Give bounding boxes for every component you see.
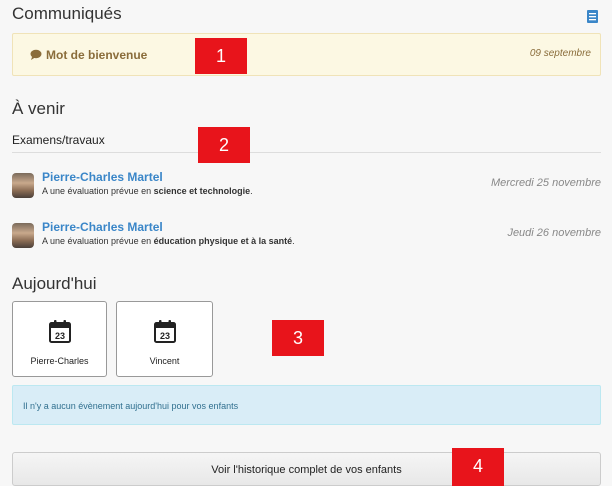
svg-text:23: 23 [160, 331, 170, 341]
evaluation-description: A une évaluation prévue en science et te… [42, 186, 253, 196]
avatar [12, 223, 34, 248]
evaluation-description: A une évaluation prévue en éducation phy… [42, 236, 295, 246]
evaluation-date: Jeudi 26 novembre [507, 227, 601, 239]
divider [12, 152, 601, 153]
evaluation-item: Pierre-Charles Martel A une évaluation p… [12, 220, 601, 256]
child-label: Vincent [149, 356, 180, 366]
communiques-heading: Communiqués [12, 4, 122, 23]
annotation-marker-4: 4 [452, 448, 504, 486]
avatar [12, 173, 34, 198]
annotation-marker-1: 1 [195, 38, 247, 74]
no-events-alert: Il n'y a aucun évènement aujourd'hui pou… [12, 385, 601, 425]
student-name-link[interactable]: Pierre-Charles Martel [42, 220, 163, 234]
calendar-icon: 23 [154, 320, 176, 343]
welcome-notice[interactable]: Mot de bienvenue 09 septembre [12, 33, 601, 76]
student-name-link[interactable]: Pierre-Charles Martel [42, 170, 163, 184]
annotation-marker-2: 2 [198, 127, 250, 163]
annotation-marker-3: 3 [272, 320, 324, 356]
speech-bubble-icon [30, 49, 42, 60]
notice-label[interactable]: Mot de bienvenue [46, 48, 147, 62]
evaluation-date: Mercredi 25 novembre [490, 177, 601, 189]
child-label: Pierre-Charles [30, 356, 89, 366]
view-history-label: Voir l'historique complet de vos enfants [211, 464, 402, 476]
calendar-icon: 23 [49, 320, 71, 343]
upcoming-heading: À venir [12, 99, 65, 118]
view-history-button[interactable]: Voir l'historique complet de vos enfants [12, 452, 601, 486]
today-heading: Aujourd'hui [12, 274, 97, 293]
svg-text:23: 23 [55, 331, 65, 341]
document-icon[interactable] [587, 10, 598, 23]
evaluation-item: Pierre-Charles Martel A une évaluation p… [12, 170, 601, 206]
no-events-message: Il n'y a aucun évènement aujourd'hui pou… [23, 401, 239, 411]
exams-subheading: Examens/travaux [12, 133, 105, 147]
child-button-pierre-charles[interactable]: 23 Pierre-Charles [12, 301, 107, 377]
child-button-vincent[interactable]: 23 Vincent [116, 301, 213, 377]
notice-date: 09 septembre [529, 48, 591, 59]
